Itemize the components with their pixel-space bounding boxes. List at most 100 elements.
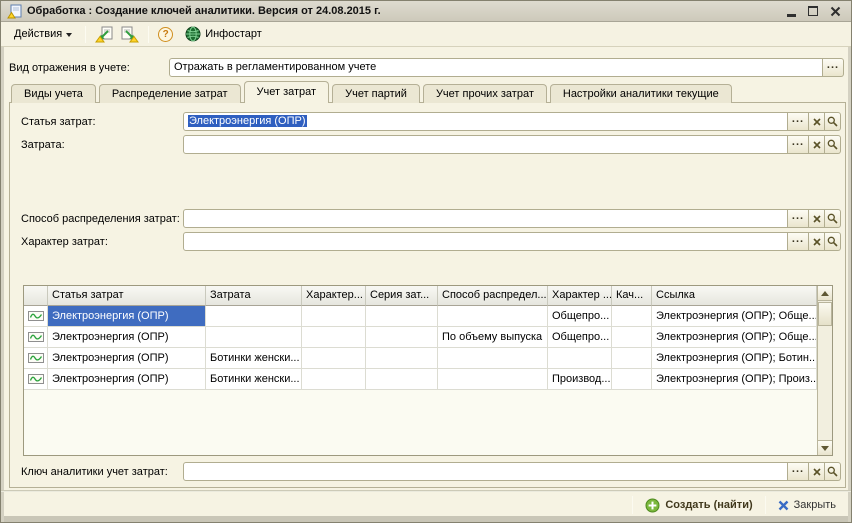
table-cell[interactable]: Электроэнергия (ОПР); Обще...	[652, 306, 817, 327]
distribution-method-open-button[interactable]	[825, 209, 841, 228]
table-cell[interactable]: Электроэнергия (ОПР); Произ...	[652, 369, 817, 390]
cost-item-value: Электроэнергия (ОПР)	[188, 115, 307, 127]
infostart-label: Инфостарт	[205, 28, 262, 40]
cost-input[interactable]	[183, 135, 788, 154]
magnifier-icon	[827, 139, 838, 150]
cost-select-button[interactable]: ...	[788, 135, 809, 154]
reflection-type-row: Вид отражения в учете: Отражать в реглам…	[9, 58, 844, 77]
cost-item-select-button[interactable]: ...	[788, 112, 809, 131]
table-cell[interactable]: Электроэнергия (ОПР)	[48, 369, 206, 390]
scrollbar-thumb[interactable]	[818, 302, 832, 326]
close-button[interactable]: Закрыть	[771, 497, 843, 513]
save-settings-button[interactable]	[118, 24, 142, 45]
table-row[interactable]: Электроэнергия (ОПР) По объему выпуска О…	[24, 327, 817, 348]
distribution-method-input[interactable]	[183, 209, 788, 228]
restore-settings-button[interactable]	[92, 24, 116, 45]
scroll-down-button[interactable]	[818, 440, 832, 455]
column-header[interactable]: Затрата	[206, 286, 302, 306]
create-button[interactable]: Создать (найти)	[638, 496, 759, 515]
table-cell[interactable]: Электроэнергия (ОПР)	[48, 327, 206, 348]
ellipsis-icon: ...	[791, 136, 805, 148]
distribution-method-select-button[interactable]: ...	[788, 209, 809, 228]
column-header[interactable]: Характер ...	[548, 286, 612, 306]
table-cell[interactable]	[366, 348, 438, 369]
table-cell[interactable]	[302, 348, 366, 369]
tab-vidy-ucheta[interactable]: Виды учета	[11, 84, 96, 103]
scroll-up-button[interactable]	[818, 286, 832, 301]
analytics-key-select-button[interactable]: ...	[788, 462, 809, 481]
distribution-method-clear-button[interactable]	[809, 209, 825, 228]
table-cell[interactable]	[206, 327, 302, 348]
cost-nature-input[interactable]	[183, 232, 788, 251]
cost-label: Затрата:	[21, 139, 65, 151]
table-cell[interactable]: Общепро...	[548, 327, 612, 348]
column-header[interactable]: Серия зат...	[366, 286, 438, 306]
column-header[interactable]: Характер...	[302, 286, 366, 306]
table-cell[interactable]	[612, 306, 652, 327]
reflection-type-input[interactable]: Отражать в регламентированном учете	[169, 58, 823, 77]
table-cell[interactable]	[438, 369, 548, 390]
table-cell[interactable]	[548, 348, 612, 369]
analytics-key-input[interactable]	[183, 462, 788, 481]
column-header[interactable]: Кач...	[612, 286, 652, 306]
table-cell[interactable]: По объему выпуска	[438, 327, 548, 348]
toolbar: Действия ? Инфостарт	[1, 22, 851, 47]
cost-nature-select-button[interactable]: ...	[788, 232, 809, 251]
tab-uchet-zatrat[interactable]: Учет затрат	[243, 81, 330, 103]
cost-row: Затрата: ...	[21, 135, 841, 154]
table-cell[interactable]	[612, 348, 652, 369]
table-cell[interactable]: Электроэнергия (ОПР); Ботин...	[652, 348, 817, 369]
table-cell[interactable]: Электроэнергия (ОПР)	[48, 306, 206, 327]
column-header[interactable]: Статья затрат	[48, 286, 206, 306]
cost-item-clear-button[interactable]	[809, 112, 825, 131]
table-row[interactable]: Электроэнергия (ОПР) Ботинки женски... П…	[24, 369, 817, 390]
magnifier-icon	[827, 213, 838, 224]
table-cell[interactable]	[366, 306, 438, 327]
table-cell[interactable]	[612, 327, 652, 348]
actions-button[interactable]: Действия	[7, 24, 79, 44]
cost-nature-clear-button[interactable]	[809, 232, 825, 251]
column-header[interactable]: Ссылка	[652, 286, 817, 306]
table-cell[interactable]	[302, 306, 366, 327]
maximize-icon[interactable]	[808, 6, 818, 16]
analytics-key-clear-button[interactable]	[809, 462, 825, 481]
cost-open-button[interactable]	[825, 135, 841, 154]
cost-nature-open-button[interactable]	[825, 232, 841, 251]
close-icon[interactable]	[830, 6, 841, 17]
tab-uchet-prochih-zatrat[interactable]: Учет прочих затрат	[422, 84, 547, 103]
table-cell[interactable]	[612, 369, 652, 390]
table-cell[interactable]	[438, 306, 548, 327]
table-cell[interactable]: Ботинки женски...	[206, 369, 302, 390]
tab-nastroyki-analitiki[interactable]: Настройки аналитики текущие	[549, 84, 732, 103]
help-button[interactable]: ?	[155, 25, 176, 44]
table-cell[interactable]: Общепро...	[548, 306, 612, 327]
tab-uchet-partiy[interactable]: Учет партий	[332, 84, 420, 103]
plus-icon	[645, 498, 660, 512]
table-cell[interactable]: Производ...	[548, 369, 612, 390]
table-cell[interactable]	[366, 327, 438, 348]
column-header-icon[interactable]	[24, 286, 48, 306]
column-header[interactable]: Способ распредел...	[438, 286, 548, 306]
tab-raspredelenie-zatrat[interactable]: Распределение затрат	[98, 84, 241, 103]
cost-item-open-button[interactable]	[825, 112, 841, 131]
table-cell[interactable]	[366, 369, 438, 390]
vertical-scrollbar[interactable]	[817, 286, 832, 455]
table-cell[interactable]	[206, 306, 302, 327]
table-cell[interactable]: Электроэнергия (ОПР)	[48, 348, 206, 369]
table-cell[interactable]	[438, 348, 548, 369]
table-row[interactable]: Электроэнергия (ОПР) Ботинки женски... Э…	[24, 348, 817, 369]
table-cell[interactable]: Ботинки женски...	[206, 348, 302, 369]
tab-strip: Виды учета Распределение затрат Учет зат…	[11, 81, 732, 103]
analytics-key-open-button[interactable]	[825, 462, 841, 481]
infostart-button[interactable]: Инфостарт	[178, 22, 269, 46]
table-header: Статья затрат Затрата Характер... Серия …	[24, 286, 817, 306]
table-cell[interactable]: Электроэнергия (ОПР); Обще...	[652, 327, 817, 348]
title-bar[interactable]: Обработка : Создание ключей аналитики. В…	[1, 1, 851, 22]
table-cell[interactable]	[302, 327, 366, 348]
cost-item-input[interactable]: Электроэнергия (ОПР)	[183, 112, 788, 131]
table-row[interactable]: Электроэнергия (ОПР) Общепро... Электроэ…	[24, 306, 817, 327]
reflection-type-select-button[interactable]: ...	[823, 58, 844, 77]
table-cell[interactable]	[302, 369, 366, 390]
cost-clear-button[interactable]	[809, 135, 825, 154]
minimize-icon[interactable]	[787, 13, 796, 17]
